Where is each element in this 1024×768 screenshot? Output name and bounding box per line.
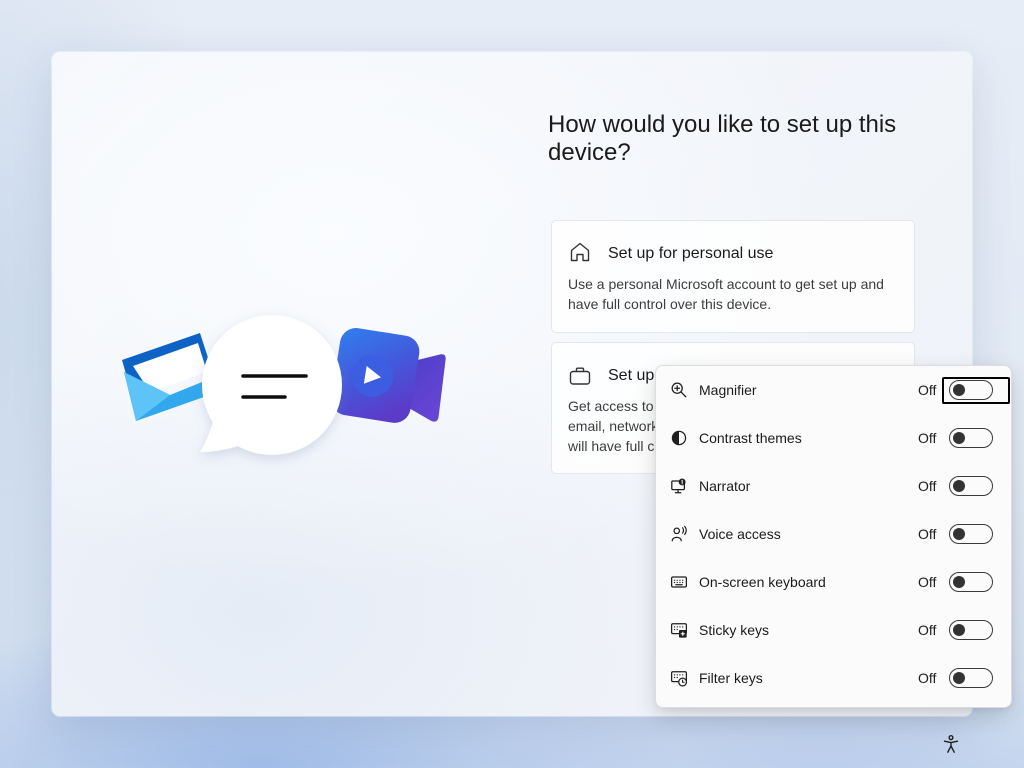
flyout-item-contrast-themes[interactable]: Contrast themes Off <box>656 414 1011 462</box>
flyout-item-sticky-keys[interactable]: Sticky keys Off <box>656 606 1011 654</box>
video-camera-icon <box>331 328 446 423</box>
voice-access-toggle[interactable] <box>949 524 993 544</box>
briefcase-icon <box>568 364 592 388</box>
option-description-line: email, network <box>568 418 659 434</box>
option-description-line: will have full c <box>568 438 655 454</box>
accessibility-button[interactable] <box>941 734 961 754</box>
flyout-item-label: On-screen keyboard <box>699 574 826 590</box>
toggle-knob <box>953 623 965 636</box>
toggle-state-label: Off <box>918 574 937 590</box>
option-title: Set up <box>608 367 655 384</box>
narrator-toggle[interactable] <box>949 476 993 496</box>
flyout-item-filter-keys[interactable]: Filter keys Off <box>656 654 1011 702</box>
flyout-item-magnifier[interactable]: Magnifier Off <box>656 366 1011 414</box>
toggle-state-label: Off <box>918 526 937 542</box>
contrast-icon <box>670 429 688 447</box>
accessibility-flyout: Magnifier Off Contrast themes Off Narrat… <box>655 365 1012 708</box>
toggle-state-label: Off <box>918 430 937 446</box>
contrast-themes-toggle[interactable] <box>949 428 993 448</box>
flyout-item-label: Narrator <box>699 478 751 494</box>
sticky-keys-icon <box>670 621 688 639</box>
flyout-item-label: Magnifier <box>699 382 757 398</box>
filter-keys-icon <box>670 669 688 687</box>
toggle-knob <box>953 527 965 540</box>
sticky-keys-toggle[interactable] <box>949 620 993 640</box>
toggle-knob <box>953 479 965 492</box>
setup-illustration <box>122 315 446 455</box>
page-title: How would you like to set up this device… <box>548 111 897 166</box>
toggle-state-label: Off <box>918 622 937 638</box>
toggle-state-label: Off <box>918 478 937 494</box>
filter-keys-toggle[interactable] <box>949 668 993 688</box>
option-description-line: Get access to <box>568 398 654 414</box>
flyout-item-narrator[interactable]: Narrator Off <box>656 462 1011 510</box>
toggle-knob <box>953 671 965 684</box>
personal-use-option[interactable]: Set up for personal use Use a personal M… <box>551 220 915 333</box>
option-description: Use a personal Microsoft account to get … <box>568 276 884 312</box>
voice-access-icon <box>670 525 688 543</box>
toggle-state-label: Off <box>918 382 937 398</box>
option-title: Set up for personal use <box>608 245 774 262</box>
flyout-item-label: Filter keys <box>699 670 763 686</box>
flyout-item-on-screen-keyboard[interactable]: On-screen keyboard Off <box>656 558 1011 606</box>
toggle-knob <box>953 431 965 444</box>
chat-bubble-icon <box>200 315 342 455</box>
home-icon <box>568 240 592 264</box>
accessibility-icon <box>941 734 961 758</box>
flyout-item-label: Voice access <box>699 526 781 542</box>
keyboard-icon <box>670 573 688 591</box>
flyout-item-voice-access[interactable]: Voice access Off <box>656 510 1011 558</box>
focus-ring <box>942 377 1010 404</box>
toggle-state-label: Off <box>918 670 937 686</box>
flyout-item-label: Contrast themes <box>699 430 802 446</box>
on-screen-keyboard-toggle[interactable] <box>949 572 993 592</box>
narrator-icon <box>670 477 688 495</box>
toggle-knob <box>953 575 965 588</box>
magnifier-icon <box>670 381 688 399</box>
flyout-item-label: Sticky keys <box>699 622 770 638</box>
